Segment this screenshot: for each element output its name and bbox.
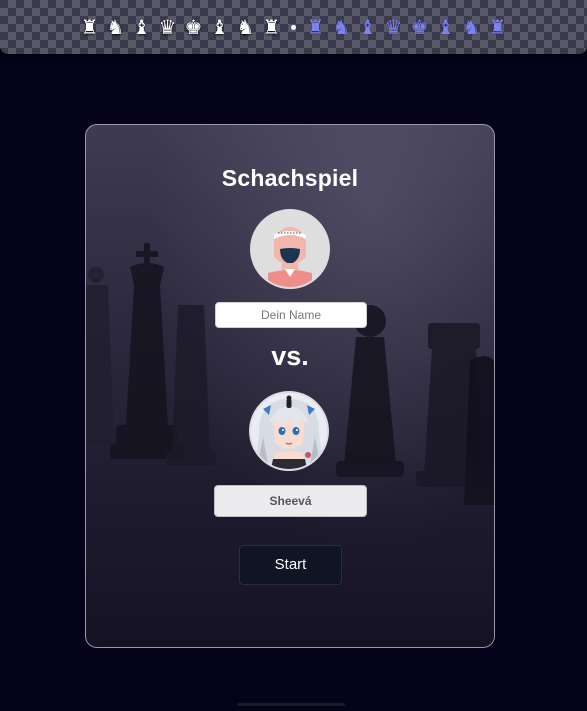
separator-dot-icon xyxy=(291,24,296,30)
player-name-input[interactable] xyxy=(215,302,367,328)
player-avatar xyxy=(250,209,330,289)
chess-piece-row: ♜ ♞ ♝ ♛ ♚ ♝ ♞ ♜ ♜ ♞ ♝ ♛ ♚ ♝ ♞ ♜ xyxy=(0,12,587,42)
white-knight-icon: ♞ xyxy=(106,15,125,39)
white-queen-icon: ♛ xyxy=(158,15,177,39)
opponent-avatar xyxy=(249,391,329,471)
white-knight-icon: ♞ xyxy=(236,15,255,39)
blue-knight-icon: ♞ xyxy=(462,15,481,39)
app-page: ♜ ♞ ♝ ♛ ♚ ♝ ♞ ♜ ♜ ♞ ♝ ♛ ♚ ♝ ♞ ♜ Schachsp… xyxy=(0,0,587,711)
page-title: Schachspiel xyxy=(221,165,359,191)
blue-rook-icon: ♜ xyxy=(306,15,325,39)
opponent-avatar-image xyxy=(251,393,327,469)
blue-knight-icon: ♞ xyxy=(332,15,351,39)
white-king-icon: ♚ xyxy=(184,15,203,39)
home-indicator xyxy=(237,703,345,706)
start-button[interactable]: Start xyxy=(239,545,342,585)
blue-queen-icon: ♛ xyxy=(384,15,403,39)
blue-bishop-icon: ♝ xyxy=(358,15,377,39)
white-bishop-icon: ♝ xyxy=(132,15,151,39)
white-rook-icon: ♜ xyxy=(80,15,99,39)
blue-bishop-icon: ♝ xyxy=(436,15,455,39)
white-rook-icon: ♜ xyxy=(262,15,281,39)
blue-rook-icon: ♜ xyxy=(488,15,507,39)
opponent-name-field: Sheevá xyxy=(214,485,367,517)
player-avatar-image xyxy=(252,211,328,287)
white-bishop-icon: ♝ xyxy=(210,15,229,39)
blue-king-icon: ♚ xyxy=(410,15,429,39)
game-setup-card: Schachspiel vs. xyxy=(85,124,495,648)
vs-label: vs. xyxy=(271,341,309,371)
chess-banner: ♜ ♞ ♝ ♛ ♚ ♝ ♞ ♜ ♜ ♞ ♝ ♛ ♚ ♝ ♞ ♜ xyxy=(0,0,587,54)
